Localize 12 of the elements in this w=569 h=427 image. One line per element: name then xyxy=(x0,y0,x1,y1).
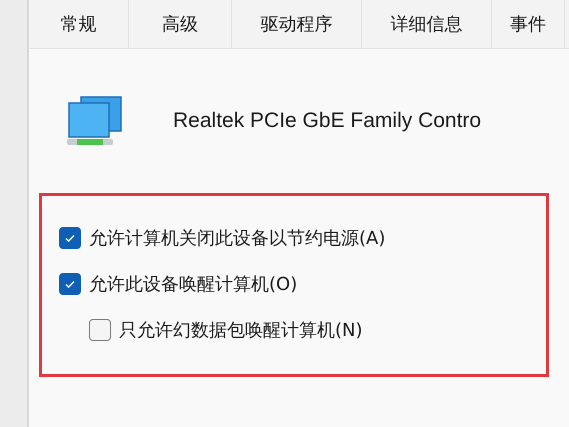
tab[interactable]: 常规 xyxy=(29,0,129,48)
tab[interactable]: 高级 xyxy=(129,0,232,48)
checkbox-label: 允许计算机关闭此设备以节约电源(A) xyxy=(89,227,386,250)
checkbox-label: 允许此设备唤醒计算机(O) xyxy=(89,273,298,296)
checkbox[interactable] xyxy=(89,319,111,341)
checkbox[interactable] xyxy=(59,227,81,249)
tab[interactable]: 驱动程序 xyxy=(232,0,362,48)
checkbox-label: 只允许幻数据包唤醒计算机(N) xyxy=(119,319,363,342)
device-name: Realtek PCIe GbE Family Contro xyxy=(173,109,482,133)
tab[interactable]: 事件 xyxy=(492,0,565,48)
tab[interactable]: 详细信息 xyxy=(362,0,492,48)
checkbox[interactable] xyxy=(59,273,81,295)
